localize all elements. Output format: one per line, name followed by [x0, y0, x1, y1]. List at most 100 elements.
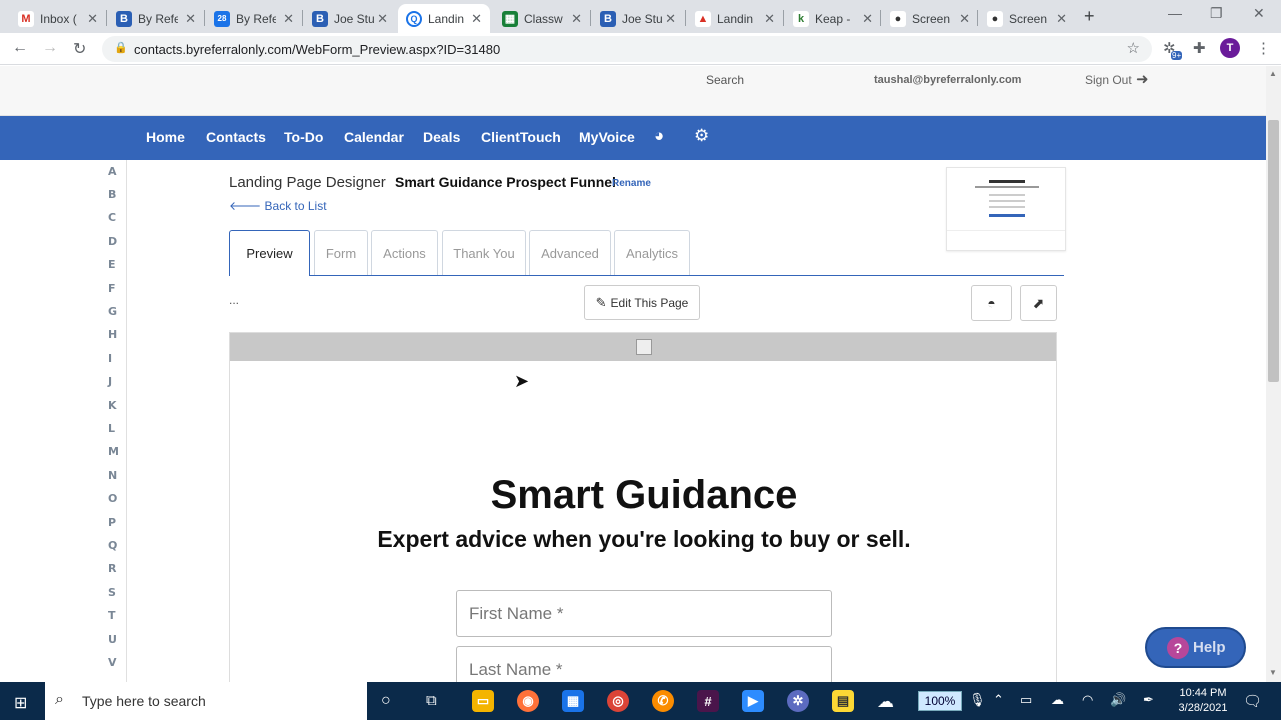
nav-clienttouch[interactable]: ClientTouch [481, 129, 561, 145]
reload-icon[interactable]: ↻ [73, 39, 86, 59]
alpha-letter[interactable]: M [108, 445, 119, 458]
tab-advanced[interactable]: Advanced [529, 230, 611, 275]
browser-tab[interactable]: k Keap - ✕ [785, 4, 881, 33]
alpha-letter[interactable]: E [108, 258, 116, 271]
close-icon[interactable]: ✕ [87, 11, 98, 27]
tab-actions[interactable]: Actions [371, 230, 438, 275]
onedrive-icon[interactable]: ☁ [877, 692, 894, 712]
rename-link[interactable]: Rename [612, 178, 651, 189]
browser-tab[interactable]: ▲ Landin ✕ [687, 4, 783, 33]
browser-tab[interactable]: B Joe Stu ✕ [592, 4, 684, 33]
firefox-icon[interactable]: ◉ [517, 690, 539, 712]
alpha-letter[interactable]: J [108, 375, 112, 388]
alpha-letter[interactable]: N [108, 469, 117, 482]
nav-deals[interactable]: Deals [423, 129, 460, 145]
nav-todo[interactable]: To-Do [284, 129, 323, 145]
pie-chart-icon[interactable]: ◕ [654, 126, 664, 146]
sign-out-link[interactable]: Sign Out [1085, 73, 1132, 87]
alpha-letter[interactable]: R [108, 562, 116, 575]
browser-tab[interactable]: B By Refe ✕ [108, 4, 204, 33]
close-icon[interactable]: ✕ [283, 11, 294, 27]
search-link[interactable]: Search [706, 73, 744, 87]
alpha-letter[interactable]: B [108, 188, 116, 201]
volume-icon[interactable]: 🔊 [1110, 692, 1126, 708]
tab-analytics[interactable]: Analytics [614, 230, 690, 275]
cloud-icon[interactable]: ☁ [1051, 692, 1064, 708]
minimize-icon[interactable]: — [1168, 5, 1182, 21]
close-icon[interactable]: ✕ [862, 11, 873, 27]
close-icon[interactable]: ✕ [665, 11, 676, 27]
edit-page-button[interactable]: ✎ Edit This Page [584, 285, 700, 320]
back-to-list-link[interactable]: 🡐 Back to List [229, 198, 327, 213]
windows-start-icon[interactable]: ⊞ [14, 693, 27, 713]
phone-icon[interactable]: ✆ [652, 690, 674, 712]
tab-form[interactable]: Form [314, 230, 368, 275]
new-tab-icon[interactable]: + [1084, 6, 1095, 27]
profile-avatar[interactable]: T [1220, 38, 1240, 58]
chevron-up-icon[interactable]: ⌃ [993, 692, 1004, 708]
battery-icon[interactable]: ▭ [1020, 692, 1032, 708]
close-icon[interactable]: ✕ [1056, 11, 1067, 27]
puzzle-extensions-icon[interactable]: ✚ [1193, 39, 1206, 57]
window-close-icon[interactable]: ✕ [1253, 5, 1265, 22]
alpha-letter[interactable]: S [108, 586, 116, 599]
alpha-letter[interactable]: L [108, 422, 115, 435]
browser-tab[interactable]: ● Screen ✕ [882, 4, 978, 33]
address-bar[interactable]: 🔒 contacts.byreferralonly.com/WebForm_Pr… [102, 36, 1152, 62]
close-icon[interactable]: ✕ [764, 11, 775, 27]
cortana-icon[interactable]: ○ [381, 692, 391, 710]
file-explorer-icon[interactable]: ▭ [472, 690, 494, 712]
zoom-icon[interactable]: ▶ [742, 690, 764, 712]
first-name-field[interactable] [456, 590, 832, 637]
speed-test-button[interactable]: ◓ [971, 285, 1012, 321]
alpha-letter[interactable]: C [108, 211, 116, 224]
sign-out-icon[interactable]: ➜ [1136, 70, 1149, 88]
nav-calendar[interactable]: Calendar [344, 129, 404, 145]
sticky-notes-icon[interactable]: ▤ [832, 690, 854, 712]
close-icon[interactable]: ✕ [185, 11, 196, 27]
alpha-letter[interactable]: V [108, 656, 117, 669]
alpha-letter[interactable]: A [108, 165, 117, 178]
restore-icon[interactable]: ❐ [1210, 5, 1223, 22]
browser-tab[interactable]: ▦ Classw ✕ [494, 4, 590, 33]
alpha-letter[interactable]: H [108, 328, 117, 341]
alpha-letter[interactable]: I [108, 352, 112, 365]
scroll-down-icon[interactable]: ▼ [1269, 668, 1277, 677]
gear-icon[interactable]: ⚙ [694, 126, 709, 146]
close-icon[interactable]: ✕ [571, 11, 582, 27]
back-arrow-icon[interactable]: ← [12, 39, 28, 57]
wifi-icon[interactable]: ◠ [1082, 692, 1093, 708]
taskbar-search[interactable]: ⌕ Type here to search [45, 682, 367, 720]
page-scrollbar[interactable]: ▲ ▼ [1266, 66, 1281, 682]
alpha-letter[interactable]: F [108, 282, 116, 295]
tab-preview[interactable]: Preview [229, 230, 310, 276]
alpha-letter[interactable]: P [108, 516, 116, 529]
pen-icon[interactable]: ✒ [1143, 692, 1154, 708]
nav-myvoice[interactable]: MyVoice [579, 129, 635, 145]
alpha-letter[interactable]: D [108, 235, 117, 248]
system-clock[interactable]: 10:44 PM 3/28/2021 [1168, 686, 1238, 716]
help-button[interactable]: ? Help [1145, 627, 1246, 668]
notification-icon[interactable]: 🗨 [1243, 692, 1262, 710]
calculator-icon[interactable]: ▦ [562, 690, 584, 712]
bookmark-star-icon[interactable]: ☆ [1127, 39, 1140, 57]
settings-app-icon[interactable]: ✲ [787, 690, 809, 712]
slack-icon[interactable]: # [697, 690, 719, 712]
mic-icon[interactable]: 🎙 [969, 692, 986, 708]
open-external-button[interactable]: ⬈ [1020, 285, 1057, 321]
close-icon[interactable]: ✕ [471, 11, 482, 27]
task-view-icon[interactable]: ⧉ [426, 692, 437, 709]
alpha-letter[interactable]: K [108, 399, 117, 412]
close-icon[interactable]: ✕ [959, 11, 970, 27]
browser-tab[interactable]: 28 By Refe ✕ [206, 4, 302, 33]
menu-kebab-icon[interactable]: ⋮ [1256, 39, 1271, 57]
browser-tab[interactable]: M Inbox ( ✕ [10, 4, 106, 33]
close-icon[interactable]: ✕ [377, 11, 388, 27]
scroll-thumb[interactable] [1268, 120, 1279, 382]
browser-tab-active[interactable]: Q Landin ✕ [398, 4, 490, 33]
browser-tab[interactable]: B Joe Stu ✕ [304, 4, 396, 33]
alpha-letter[interactable]: G [108, 305, 117, 318]
forward-arrow-icon[interactable]: → [42, 39, 58, 57]
browser-tab[interactable]: ● Screen ✕ [979, 4, 1075, 33]
alpha-letter[interactable]: Q [108, 539, 117, 552]
